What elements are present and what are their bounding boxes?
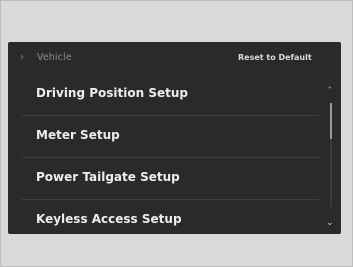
menu-item-power-tailgate-setup[interactable]: Power Tailgate Setup — [8, 158, 323, 199]
page-title: Vehicle — [37, 52, 72, 63]
menu-item-label: Keyless Access Setup — [36, 212, 182, 226]
back-chevron-icon[interactable]: › — [20, 52, 24, 63]
menu-item-driving-position-setup[interactable]: Driving Position Setup — [8, 74, 323, 115]
menu-item-label: Driving Position Setup — [36, 86, 188, 100]
infotainment-screen: › Vehicle Reset to Default Driving Posit… — [8, 42, 341, 234]
menu-item-keyless-access-setup[interactable]: Keyless Access Setup — [8, 200, 323, 234]
menu-item-label: Meter Setup — [36, 128, 120, 142]
scroll-down-chevron-icon[interactable]: ⌄ — [326, 218, 334, 228]
scrollbar-track[interactable] — [330, 103, 332, 207]
menu-item-label: Power Tailgate Setup — [36, 170, 180, 184]
scrollbar-thumb[interactable] — [330, 103, 332, 139]
screen-frame: › Vehicle Reset to Default Driving Posit… — [0, 0, 353, 267]
menu-item-meter-setup[interactable]: Meter Setup — [8, 116, 323, 157]
reset-to-default-button[interactable]: Reset to Default — [238, 53, 312, 62]
header-bar: › Vehicle Reset to Default — [8, 42, 341, 74]
scroll-up-chevron-icon[interactable]: ⌃ — [326, 86, 334, 96]
